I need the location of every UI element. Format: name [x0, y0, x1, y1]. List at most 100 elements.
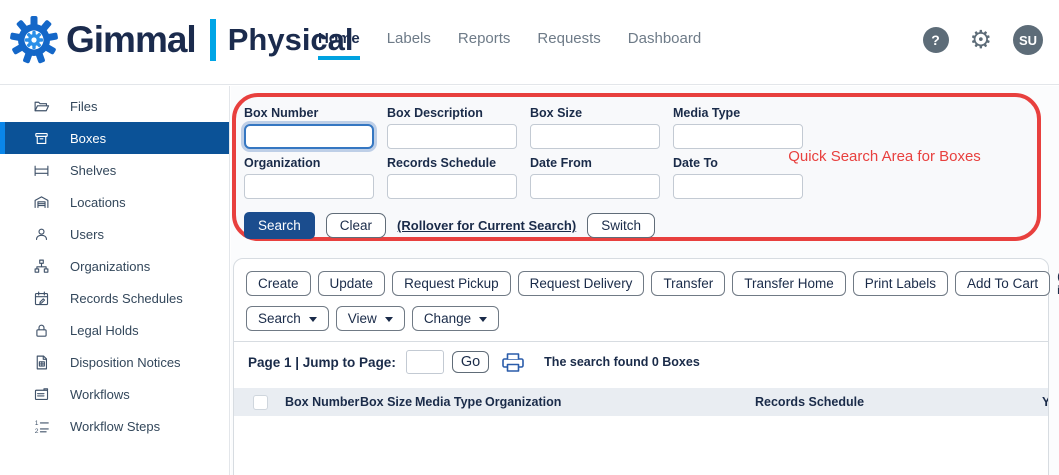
- sidebar-item-label: Users: [70, 227, 104, 242]
- column-header-box-number: Box Number: [285, 395, 360, 409]
- sidebar-item-locations[interactable]: Locations: [0, 186, 229, 218]
- main-nav: Home Labels Reports Requests Dashboard: [318, 30, 701, 60]
- user-avatar[interactable]: SU: [1013, 25, 1043, 55]
- menu-label: View: [348, 311, 377, 326]
- sidebar-item-records-schedules[interactable]: Records Schedules: [0, 282, 229, 314]
- create-button[interactable]: Create: [246, 271, 311, 296]
- clear-button[interactable]: Clear: [326, 213, 386, 238]
- sidebar-item-shelves[interactable]: Shelves: [0, 154, 229, 186]
- field-label: Organization: [244, 156, 377, 170]
- request-delivery-button[interactable]: Request Delivery: [518, 271, 645, 296]
- brand-name: Gimmal: [66, 19, 196, 61]
- select-all-cell: [234, 395, 285, 410]
- box-number-input[interactable]: [244, 124, 374, 149]
- transfer-home-button[interactable]: Transfer Home: [732, 271, 846, 296]
- tab-labels[interactable]: Labels: [387, 30, 431, 60]
- brand-separator: [210, 19, 216, 61]
- printer-icon[interactable]: [501, 352, 525, 373]
- view-menu-button[interactable]: View: [336, 306, 405, 331]
- jump-to-page-input[interactable]: [406, 350, 444, 374]
- svg-text:2: 2: [34, 427, 38, 434]
- calendar-edit-icon: [32, 289, 50, 307]
- shelf-icon: [32, 161, 50, 179]
- column-header-truncated: Y: [1042, 395, 1048, 409]
- field-box-size: Box Size: [530, 106, 663, 149]
- print-labels-button[interactable]: Print Labels: [853, 271, 948, 296]
- request-pickup-button[interactable]: Request Pickup: [392, 271, 511, 296]
- box-size-input[interactable]: [530, 124, 660, 149]
- transfer-button[interactable]: Transfer: [651, 271, 725, 296]
- caret-down-icon: [309, 317, 317, 322]
- settings-gear-icon[interactable]: ⚙: [970, 28, 992, 53]
- header-icons: ? ⚙ SU: [923, 25, 1043, 55]
- sidebar-item-organizations[interactable]: Organizations: [0, 250, 229, 282]
- field-label: Media Type: [673, 106, 806, 120]
- media-type-input[interactable]: [673, 124, 803, 149]
- menu-label: Change: [424, 311, 471, 326]
- tab-dashboard[interactable]: Dashboard: [628, 30, 701, 60]
- brand-logo: Gimmal Physical: [8, 14, 354, 66]
- field-label: Box Description: [387, 106, 520, 120]
- sidebar-item-label: Locations: [70, 195, 126, 210]
- sidebar-item-disposition-notices[interactable]: Disposition Notices: [0, 346, 229, 378]
- results-panel: Create Update Request Pickup Request Del…: [233, 258, 1049, 475]
- sidebar-item-workflow-steps[interactable]: 12 Workflow Steps: [0, 410, 229, 442]
- field-label: Records Schedule: [387, 156, 520, 170]
- menu-label: Search: [258, 311, 301, 326]
- search-menu-button[interactable]: Search: [246, 306, 329, 331]
- column-header-organization: Organization: [485, 395, 755, 409]
- sidebar-item-label: Legal Holds: [70, 323, 139, 338]
- lock-icon: [32, 321, 50, 339]
- field-label: Date From: [530, 156, 663, 170]
- tab-reports[interactable]: Reports: [458, 30, 511, 60]
- column-header-records-schedule: Records Schedule: [755, 395, 1042, 409]
- warehouse-icon: [32, 193, 50, 211]
- sidebar: Files Boxes Shelves Locations Users: [0, 86, 230, 475]
- rollover-current-search-link[interactable]: (Rollover for Current Search): [397, 218, 576, 233]
- sidebar-item-label: Files: [70, 99, 97, 114]
- table-header-row: Box Number Box Size Media Type Organizat…: [234, 388, 1048, 416]
- archive-box-icon: [32, 129, 50, 147]
- records-schedule-input[interactable]: [387, 174, 517, 199]
- sidebar-item-label: Shelves: [70, 163, 116, 178]
- sidebar-item-files[interactable]: Files: [0, 90, 229, 122]
- action-toolbar: Create Update Request Pickup Request Del…: [234, 259, 1048, 302]
- sidebar-item-label: Disposition Notices: [70, 355, 181, 370]
- sidebar-item-legal-holds[interactable]: Legal Holds: [0, 314, 229, 346]
- user-icon: [32, 225, 50, 243]
- field-box-description: Box Description: [387, 106, 520, 149]
- quick-search-row-1: Box Number Box Description Box Size Medi…: [244, 106, 1037, 149]
- folder-open-icon: [32, 97, 50, 115]
- field-records-schedule: Records Schedule: [387, 156, 520, 199]
- box-description-input[interactable]: [387, 124, 517, 149]
- search-button[interactable]: Search: [244, 212, 315, 239]
- quick-search-buttons: Search Clear (Rollover for Current Searc…: [244, 212, 1037, 239]
- organization-input[interactable]: [244, 174, 374, 199]
- main-content: Box Number Box Description Box Size Medi…: [231, 86, 1059, 475]
- sidebar-item-label: Records Schedules: [70, 291, 183, 306]
- field-label: Box Size: [530, 106, 663, 120]
- document-icon: [32, 353, 50, 371]
- sidebar-item-boxes[interactable]: Boxes: [0, 122, 229, 154]
- tab-home[interactable]: Home: [318, 30, 360, 60]
- sidebar-item-workflows[interactable]: Workflows: [0, 378, 229, 410]
- add-to-cart-button[interactable]: Add To Cart: [955, 271, 1050, 296]
- update-button[interactable]: Update: [318, 271, 386, 296]
- sidebar-item-users[interactable]: Users: [0, 218, 229, 250]
- date-from-input[interactable]: [530, 174, 660, 199]
- tab-requests[interactable]: Requests: [537, 30, 600, 60]
- select-all-checkbox[interactable]: [253, 395, 268, 410]
- go-button[interactable]: Go: [452, 351, 489, 373]
- switch-button[interactable]: Switch: [587, 213, 655, 238]
- sidebar-item-label: Boxes: [70, 131, 106, 146]
- svg-text:1: 1: [34, 420, 38, 427]
- gimmal-gear-logo-icon: [8, 14, 60, 66]
- field-organization: Organization: [244, 156, 377, 199]
- change-menu-button[interactable]: Change: [412, 306, 499, 331]
- pagination-bar: Page 1 | Jump to Page: Go The search fou…: [234, 341, 1048, 382]
- date-to-input[interactable]: [673, 174, 803, 199]
- help-icon[interactable]: ?: [923, 27, 949, 53]
- sidebar-item-label: Workflows: [70, 387, 130, 402]
- caret-down-icon: [479, 317, 487, 322]
- quick-search-annotation: Quick Search Area for Boxes: [767, 147, 1002, 167]
